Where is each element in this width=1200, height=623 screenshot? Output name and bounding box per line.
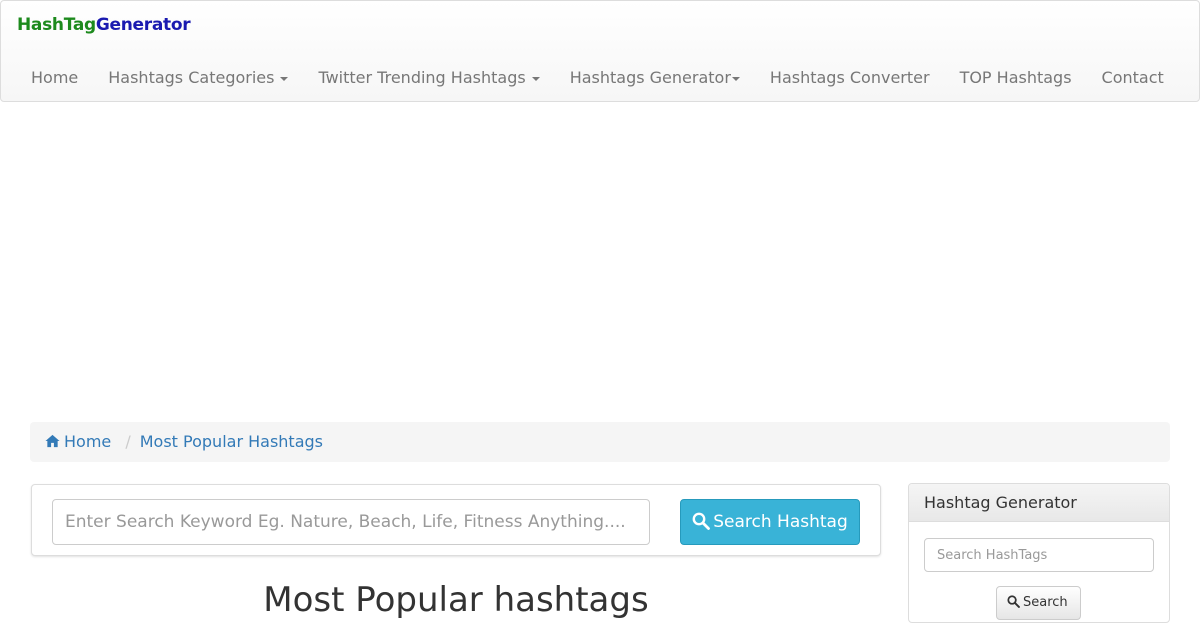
breadcrumb: Home / Most Popular Hashtags xyxy=(30,422,1170,462)
sidebar-search-button-label: Search xyxy=(1023,595,1068,610)
nav-contact[interactable]: Contact xyxy=(1087,53,1179,103)
search-hashtag-button[interactable]: Search Hashtag xyxy=(680,499,860,545)
sidebar-search-input[interactable] xyxy=(924,538,1154,572)
main-nav: Home Hashtags Categories Twitter Trendin… xyxy=(16,53,1179,103)
nav-hashtags-converter[interactable]: Hashtags Converter xyxy=(755,53,945,103)
breadcrumb-home-label: Home xyxy=(64,432,112,451)
caret-down-icon xyxy=(280,76,289,81)
breadcrumb-home-link[interactable]: Home xyxy=(45,432,116,451)
search-input[interactable] xyxy=(52,499,650,545)
nav-hashtags-converter-label: Hashtags Converter xyxy=(769,68,930,87)
nav-home-label: Home xyxy=(31,68,79,87)
nav-twitter-trending[interactable]: Twitter Trending Hashtags xyxy=(303,53,554,103)
nav-hashtags-categories[interactable]: Hashtags Categories xyxy=(93,53,303,103)
top-navbar: HashTagGenerator Home Hashtags Categorie… xyxy=(0,0,1200,102)
search-icon xyxy=(692,512,711,530)
nav-hashtags-generator-label: Hashtags Generator xyxy=(569,68,731,87)
nav-hashtags-categories-label: Hashtags Categories xyxy=(108,68,275,87)
sidebar-search-button[interactable]: Search xyxy=(996,586,1081,620)
hashtag-generator-panel: Hashtag Generator Search xyxy=(908,483,1170,623)
breadcrumb-separator: / xyxy=(125,432,131,451)
nav-top-hashtags-label: TOP Hashtags xyxy=(959,68,1072,87)
breadcrumb-current[interactable]: Most Popular Hashtags xyxy=(140,432,323,451)
caret-down-icon xyxy=(531,76,540,81)
search-hashtag-button-label: Search Hashtag xyxy=(713,512,848,532)
nav-hashtags-generator[interactable]: Hashtags Generator xyxy=(555,53,755,103)
search-icon xyxy=(1007,595,1020,608)
nav-top-hashtags[interactable]: TOP Hashtags xyxy=(945,53,1087,103)
page-title: Most Popular hashtags xyxy=(263,580,649,620)
home-icon xyxy=(45,434,60,448)
brand-part-1: HashTag xyxy=(17,15,96,35)
caret-down-icon xyxy=(731,76,740,81)
nav-contact-label: Contact xyxy=(1101,68,1164,87)
nav-twitter-trending-label: Twitter Trending Hashtags xyxy=(318,68,526,87)
nav-home[interactable]: Home xyxy=(16,53,93,103)
search-panel: Search Hashtag xyxy=(31,484,881,556)
brand-part-2: Generator xyxy=(95,15,191,35)
brand-logo[interactable]: HashTagGenerator xyxy=(17,15,191,35)
panel-title: Hashtag Generator xyxy=(909,484,1169,522)
